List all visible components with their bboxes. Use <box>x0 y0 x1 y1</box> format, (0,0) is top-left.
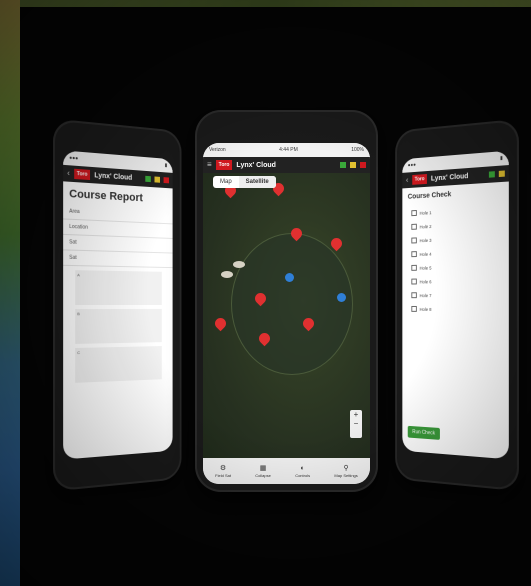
nav-collapse[interactable]: ▦ Collapse <box>255 465 271 478</box>
bunker <box>221 271 233 278</box>
bottom-nav: ⚙ Field Sat ▦ Collapse ◐ Controls ⚲ Map Sett… <box>203 458 370 484</box>
nav-map-settings[interactable]: ⚲ Map Settings <box>334 465 357 478</box>
zoom-control[interactable]: + − <box>350 410 362 438</box>
checkbox-icon[interactable] <box>411 265 416 271</box>
water-hazard <box>231 233 353 375</box>
background-golf-course-strip <box>0 0 20 586</box>
list-item[interactable]: Hole 6 <box>402 273 508 288</box>
grid-icon: ▦ <box>260 465 267 473</box>
status-red-icon <box>164 177 169 183</box>
course-check-screen: ●●● ▮ ‹ Toro Lynx' Cloud Course Check Hol… <box>402 151 508 460</box>
status-yellow-icon <box>154 176 159 182</box>
arrow-icon[interactable]: ‹ <box>406 176 408 184</box>
satellite-map[interactable]: Map Satellite + − <box>203 173 370 458</box>
nav-controls[interactable]: ◐ Controls <box>295 465 310 478</box>
status-green-icon <box>340 162 346 168</box>
report-card: B <box>75 309 162 344</box>
list-item[interactable]: Hole 8 <box>402 302 508 316</box>
background-top-strip <box>20 0 531 7</box>
app-title: Lynx' Cloud <box>236 162 336 169</box>
report-card: C <box>75 346 162 383</box>
map-screen: Verizon 4:44 PM 100% ≡ Toro Lynx' Cloud <box>203 143 370 484</box>
checkbox-icon[interactable] <box>411 224 416 230</box>
status-green-icon <box>145 176 151 182</box>
run-check-button[interactable]: Run Check <box>408 426 440 440</box>
gear-icon: ⚙ <box>220 465 226 473</box>
checkbox-icon[interactable] <box>411 210 416 216</box>
brand-logo: Toro <box>216 160 233 170</box>
phone-right: ●●● ▮ ‹ Toro Lynx' Cloud Course Check Hol… <box>395 119 519 491</box>
course-report-screen: ●●● ▮ ‹ Toro Lynx' Cloud Course Report Ar… <box>63 150 172 459</box>
menu-icon[interactable]: ≡ <box>207 161 212 169</box>
arrow-icon[interactable]: ‹ <box>67 169 70 177</box>
report-card: A <box>75 270 162 305</box>
carrier-label: Verizon <box>209 147 226 153</box>
zoom-out-button[interactable]: − <box>350 419 362 428</box>
zoom-in-button[interactable]: + <box>350 410 362 419</box>
checkbox-icon[interactable] <box>411 251 416 257</box>
tab-satellite[interactable]: Satellite <box>239 176 276 188</box>
brand-logo: Toro <box>74 169 91 180</box>
time-label: 4:44 PM <box>279 147 298 153</box>
phone-center: Verizon 4:44 PM 100% ≡ Toro Lynx' Cloud <box>195 110 378 492</box>
app-title: Lynx' Cloud <box>431 171 485 182</box>
battery-label: 100% <box>351 147 364 153</box>
checkbox-icon[interactable] <box>411 306 416 312</box>
checkbox-icon[interactable] <box>411 279 416 285</box>
map-type-tabs: Map Satellite <box>213 176 276 188</box>
app-title: Lynx' Cloud <box>94 172 141 182</box>
controls-icon: ◐ <box>301 465 305 473</box>
report-row[interactable]: Sat <box>63 250 172 268</box>
app-bar: ≡ Toro Lynx' Cloud <box>203 157 370 173</box>
phone-left: ●●● ▮ ‹ Toro Lynx' Cloud Course Report Ar… <box>53 119 182 492</box>
brand-logo: Toro <box>412 174 427 185</box>
status-yellow-icon <box>499 170 505 177</box>
checkbox-icon[interactable] <box>411 292 416 298</box>
nav-field-sat[interactable]: ⚙ Field Sat <box>215 465 231 478</box>
sprinkler-pin-icon[interactable] <box>213 316 229 332</box>
status-yellow-icon <box>350 162 356 168</box>
tab-map[interactable]: Map <box>213 176 239 188</box>
status-red-icon <box>360 162 366 168</box>
controller-pin-icon[interactable] <box>285 273 294 282</box>
status-bar: Verizon 4:44 PM 100% <box>203 143 370 157</box>
controller-pin-icon[interactable] <box>337 293 346 302</box>
checkbox-icon[interactable] <box>411 237 416 243</box>
bunker <box>233 261 245 268</box>
pin-icon: ⚲ <box>344 465 349 473</box>
list-item[interactable]: Hole 7 <box>402 288 508 303</box>
status-green-icon <box>489 171 495 178</box>
